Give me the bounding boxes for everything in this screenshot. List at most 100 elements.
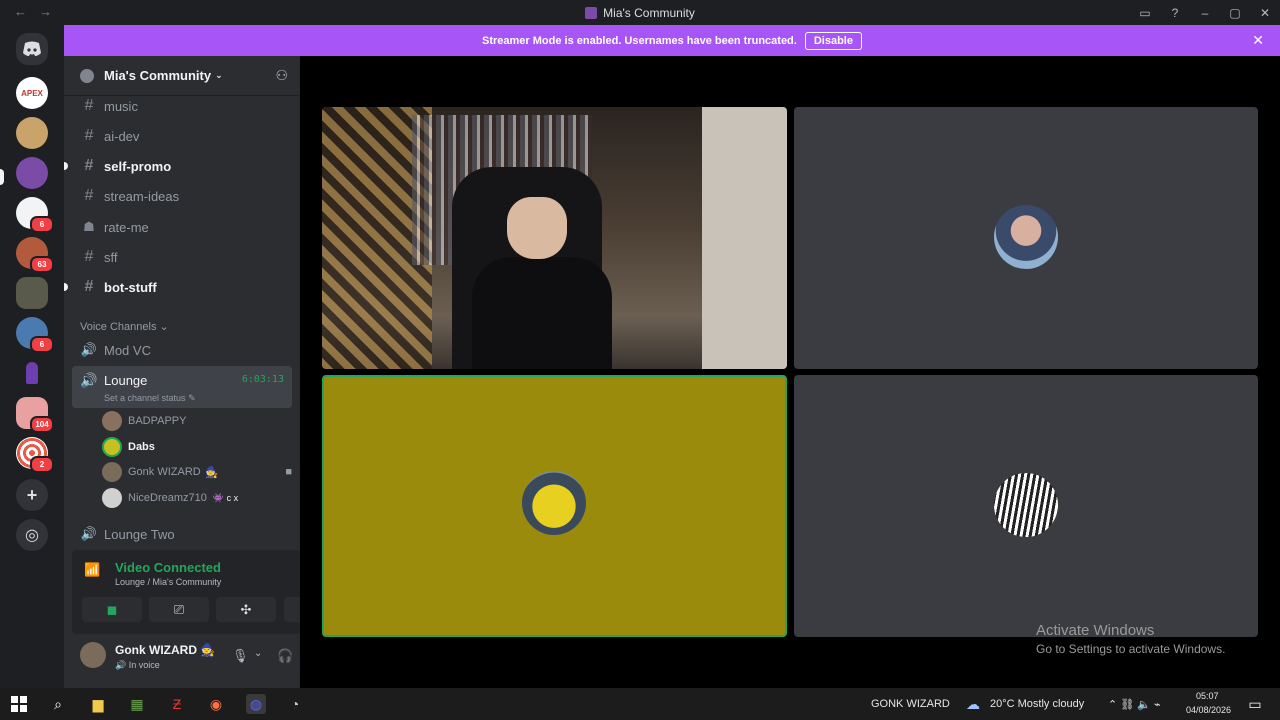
signal-icon[interactable]: 📶 [84,562,100,578]
clock-date[interactable]: 04/08/2026 [1186,705,1231,715]
channel-status[interactable]: Set a channel status ✎ [104,393,196,404]
close-button[interactable]: ✕ [1250,6,1280,20]
avatar [102,462,122,482]
window-controls: ▭ ? – ▢ ✕ [1130,0,1280,25]
guild-9[interactable]: 104 [16,397,54,433]
guild-8[interactable] [16,357,48,389]
server-name: Mia's Community [104,68,212,83]
connection-status: Video Connected [115,560,221,575]
voice-user[interactable]: Gonk WIZARD 🧙 ■ [102,461,298,483]
video-tile-speaking[interactable] [322,375,787,637]
window-title-text: Mia's Community [603,6,695,20]
guild-3[interactable] [0,157,48,189]
video-tile-user[interactable] [794,375,1258,637]
notifications-icon[interactable]: ▭ [1245,694,1265,714]
channel-label: stream-ideas [104,188,180,204]
voice-lounge[interactable]: 🔊 Lounge 6:03:13 Set a channel status ✎ [72,366,292,408]
channel-label: Lounge [104,373,148,388]
hash-icon: # [84,97,94,114]
tray-icons[interactable]: ⌃ ⛓ 🔈 ⌁ [1108,698,1161,711]
chevron-down-icon[interactable]: ⌄ [254,648,262,659]
browser-icon[interactable]: ◉ [206,694,226,714]
disable-button[interactable]: Disable [804,31,862,50]
invite-icon[interactable]: ⚇ [275,67,288,84]
video-tile-user[interactable] [794,107,1258,369]
camera-button[interactable]: ◼ [82,597,142,622]
channel-ai-dev[interactable]: # ai-dev [80,123,292,149]
channel-sff[interactable]: # sff [80,244,292,270]
hash-icon: # [84,278,94,295]
wizard-emoji: 🧙 [204,466,219,479]
channel-music[interactable]: # music [80,93,292,119]
channel-label: bot-stuff [104,279,157,295]
mention-badge: 63 [30,256,54,273]
voice-user-name: BADPAPPY [128,415,187,427]
guild-7[interactable]: 6 [16,317,54,353]
user-status: 🔊 In voice [115,660,160,670]
guild-6[interactable] [16,277,48,309]
channel-rate-me[interactable]: ☗ rate-me [80,214,292,240]
background-door [702,107,787,369]
add-server-icon[interactable]: + [16,479,48,511]
unread-pip [64,162,68,170]
connection-channel[interactable]: Lounge / Mia's Community [115,577,221,587]
voice-user-name: Gonk WIZARD [128,466,201,478]
headphones-icon[interactable]: 🎧 [277,648,293,664]
user-tag: 👾 c x [212,492,239,503]
guild-5[interactable]: 63 [16,237,54,273]
voice-channels-header[interactable]: Voice Channels ⌄ [80,320,169,333]
speaker-icon: 🔊 [80,342,98,357]
avatar [994,473,1058,537]
guild-apex[interactable]: APEX [16,77,48,109]
video-camera-icon: ■ [285,466,292,478]
channel-self-promo[interactable]: # self-promo [64,153,292,179]
screen-share-button[interactable]: ⎚ [149,597,209,622]
guild-4[interactable]: 6 [16,197,54,233]
avatar [102,411,122,431]
search-icon[interactable]: ⌕ [48,694,68,714]
voice-mod-vc[interactable]: 🔊 Mod VC [80,337,292,363]
help-icon[interactable]: ? [1160,6,1190,20]
clock-time[interactable]: 05:07 [1196,691,1219,701]
app-icon[interactable]: ▦ [127,694,147,714]
channel-status-text: Set a channel status [104,393,186,403]
discover-icon[interactable]: ◎ [16,519,48,551]
active-pip [0,169,4,185]
weather-text[interactable]: 20°C Mostly cloudy [990,698,1084,710]
avatar[interactable] [80,642,106,668]
windows-start-icon[interactable] [9,694,29,714]
channel-stream-ideas[interactable]: # stream-ideas [80,183,292,209]
discord-taskbar-icon[interactable]: ◍ [246,694,266,714]
server-list: APEX 6 63 6 104 2 + ◎ [0,25,64,688]
voice-user[interactable]: NiceDreamz710 👾 c x [102,487,238,509]
file-explorer-icon[interactable]: ▆ [88,694,108,714]
pencil-icon: ✎ [188,393,196,403]
channel-label: music [104,98,138,114]
filezilla-icon[interactable]: Ƶ [167,694,187,714]
maximize-button[interactable]: ▢ [1220,6,1250,20]
obs-icon[interactable]: ◔ [285,694,305,714]
guild-2[interactable] [16,117,48,149]
chevron-down-icon: ⌄ [215,70,223,80]
activities-button[interactable]: ✣ [216,597,276,622]
rocket-icon [26,362,38,384]
server-header[interactable]: Mia's Community ⌄ ⚇ [64,56,300,96]
speaker-icon: 🔊 [80,372,98,388]
voice-user[interactable]: BADPAPPY [102,410,187,432]
user-status-text: In voice [128,660,160,670]
server-icon [585,7,598,19]
voice-lounge-two[interactable]: 🔊 Lounge Two [80,521,292,547]
voice-user[interactable]: Dabs [102,436,155,458]
inbox-icon[interactable]: ▭ [1130,6,1160,20]
channel-bot-stuff[interactable]: # bot-stuff [64,274,292,300]
unread-pip [64,283,68,291]
discord-home-icon[interactable] [16,33,48,65]
minimize-button[interactable]: – [1190,6,1220,20]
close-banner-icon[interactable]: ✕ [1252,32,1264,49]
guild-10[interactable]: 2 [16,437,54,473]
voice-user-name: Dabs [128,441,155,453]
video-tile-stream[interactable] [322,107,787,369]
microphone-icon[interactable]: 🎙 [232,648,249,664]
channel-label: sff [104,249,118,265]
streamer-mode-banner: Streamer Mode is enabled. Usernames have… [64,25,1280,56]
